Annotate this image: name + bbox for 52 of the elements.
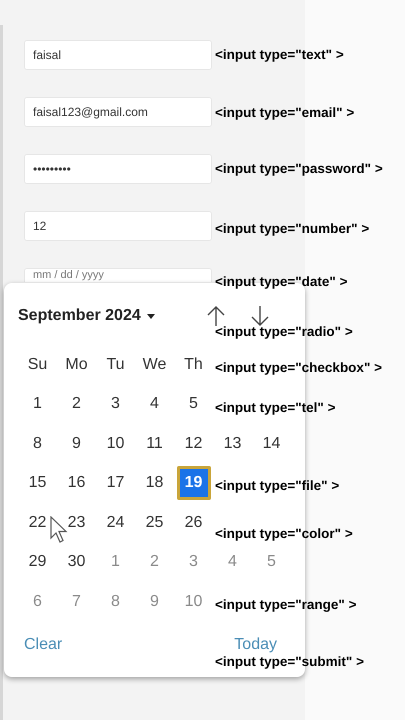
code-caption: <input type="email" > bbox=[215, 105, 354, 121]
weekday-label: Tu bbox=[106, 356, 125, 374]
weekday-label: We bbox=[142, 356, 166, 374]
calendar-day[interactable]: 5 bbox=[189, 395, 198, 414]
selected-day[interactable]: 19 bbox=[176, 466, 210, 500]
weekday-label: Mo bbox=[65, 356, 88, 374]
weekday-label: Su bbox=[28, 356, 48, 374]
email-field[interactable]: faisal123@gmail.com bbox=[24, 97, 212, 127]
calendar-day[interactable]: 8 bbox=[33, 434, 42, 453]
calendar-day[interactable]: 16 bbox=[68, 474, 86, 492]
calendar-day[interactable]: 17 bbox=[106, 474, 124, 492]
calendar-day[interactable]: 10 bbox=[106, 434, 124, 453]
code-caption: <input type="number" > bbox=[215, 221, 370, 237]
calendar-day[interactable]: 9 bbox=[72, 434, 81, 453]
code-caption: <input type="date" > bbox=[215, 274, 348, 290]
calendar-day[interactable]: 13 bbox=[224, 434, 242, 453]
calendar-day[interactable]: 18 bbox=[146, 474, 164, 492]
calendar-day[interactable]: 2 bbox=[72, 395, 81, 414]
calendar-day[interactable]: 4 bbox=[150, 395, 159, 414]
calendar-day[interactable]: 22 bbox=[28, 514, 46, 532]
code-caption: <input type="password" > bbox=[215, 161, 383, 177]
weekday-label: Th bbox=[184, 356, 203, 374]
calendar-day[interactable]: 1 bbox=[33, 395, 42, 414]
today-button[interactable]: Today bbox=[234, 636, 277, 654]
password-field[interactable]: ••••••••• bbox=[24, 154, 212, 184]
code-caption: <input type="color" > bbox=[215, 526, 353, 542]
calendar-day[interactable]: 11 bbox=[146, 434, 163, 453]
text-field[interactable]: faisal bbox=[24, 40, 212, 70]
calendar-day[interactable]: 24 bbox=[106, 514, 124, 532]
calendar-day[interactable]: 15 bbox=[28, 474, 46, 492]
date-field[interactable]: mm / dd / yyyy bbox=[24, 268, 212, 282]
code-caption: <input type="file" > bbox=[215, 478, 340, 494]
code-caption: <input type="range" > bbox=[215, 597, 356, 613]
calendar-day[interactable]: 12 bbox=[184, 434, 202, 453]
calendar-day[interactable]: 14 bbox=[262, 434, 280, 453]
code-caption: <input type="tel" > bbox=[215, 400, 336, 416]
previous-month-button[interactable] bbox=[205, 305, 227, 327]
clear-button[interactable]: Clear bbox=[24, 636, 62, 654]
calendar-day[interactable]: 3 bbox=[111, 395, 120, 414]
calendar-day[interactable]: 23 bbox=[68, 514, 86, 532]
number-field[interactable]: 12 bbox=[24, 211, 212, 241]
calendar-day[interactable]: 25 bbox=[146, 514, 164, 532]
caret-icon bbox=[146, 314, 155, 318]
code-caption: <input type="submit" > bbox=[215, 654, 364, 670]
code-caption: <input type="checkbox" > bbox=[215, 360, 382, 376]
code-caption: <input type="radio" > bbox=[215, 324, 353, 340]
calendar-day[interactable]: 29 bbox=[28, 553, 46, 572]
code-caption: <input type="text" > bbox=[215, 47, 344, 63]
calendar-day[interactable]: 30 bbox=[68, 553, 86, 572]
calendar-day[interactable]: 26 bbox=[184, 514, 202, 532]
cursor-icon bbox=[50, 516, 68, 544]
next-month-button[interactable] bbox=[249, 305, 271, 327]
